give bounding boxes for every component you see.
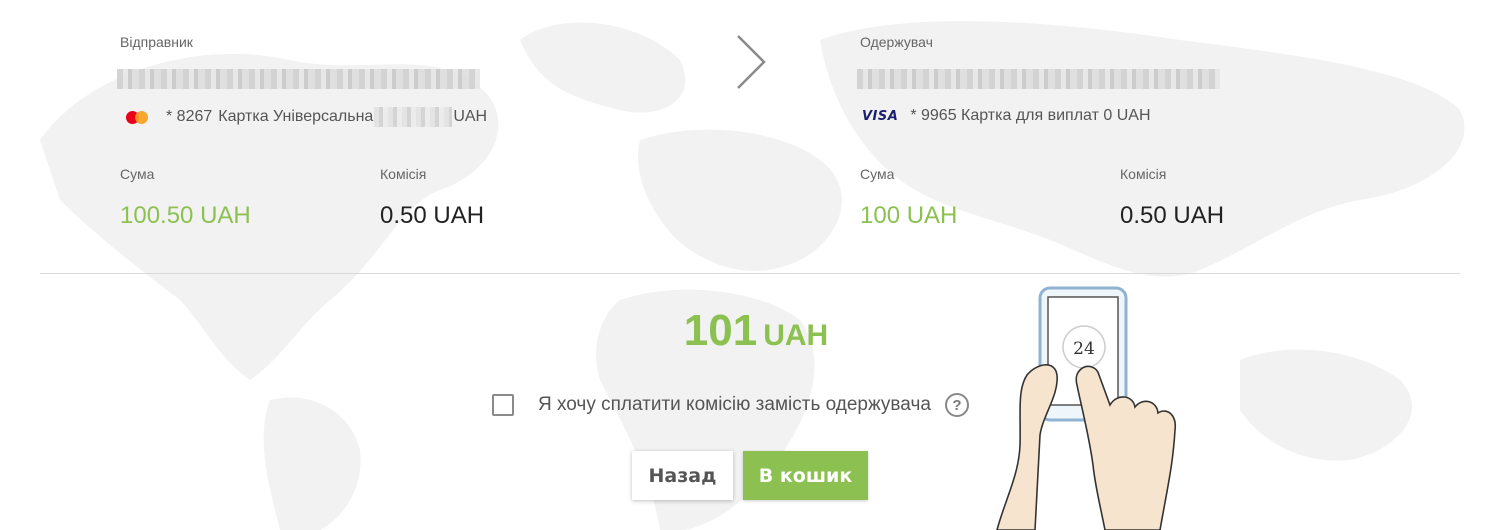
transfer-summary: Відправник * 8267 Картка Універсальна UA… — [0, 0, 1500, 530]
sender-name-redacted — [117, 69, 480, 89]
recipient-amount-label: Сума — [860, 166, 895, 182]
sender-amount-label: Сума — [120, 166, 155, 182]
recipient-name-redacted — [857, 69, 1220, 89]
sender-fee-label: Комісія — [380, 166, 427, 182]
hand-phone-illustration: 24 — [996, 286, 1177, 530]
pay-fee-checkbox[interactable] — [492, 394, 514, 416]
sender-card-currency: UAH — [453, 108, 488, 125]
pay-fee-label[interactable]: Я хочу сплатити комісію замість одержува… — [538, 394, 931, 416]
chevron-right-icon — [737, 35, 766, 89]
sender-balance-redacted — [374, 107, 453, 127]
recipient-fee: 0.50 UAH — [1120, 202, 1225, 229]
help-icon[interactable]: ? — [944, 393, 969, 417]
total-value: 101 — [683, 306, 758, 355]
sender-card-name: Картка Універсальна — [218, 108, 374, 125]
sender-amount: 100.50 UAH — [120, 202, 251, 229]
total-amount: 101 UAH — [0, 306, 1500, 356]
phone-badge-24: 24 — [1073, 339, 1095, 359]
recipient-fee-label: Комісія — [1120, 166, 1167, 182]
back-button[interactable]: Назад — [632, 451, 733, 500]
recipient-card-line: VISA * 9965 Картка для виплат 0 UAH — [862, 107, 1151, 125]
sender-fee: 0.50 UAH — [380, 202, 485, 229]
visa-icon: VISA — [862, 108, 899, 124]
pay-fee-option: Я хочу сплатити комісію замість одержува… — [492, 393, 969, 417]
sender-label: Відправник — [120, 34, 193, 50]
sender-card-line: * 8267 Картка Універсальна UAH — [122, 107, 487, 127]
section-divider — [40, 273, 1460, 274]
mastercard-icon — [122, 108, 152, 126]
recipient-amount: 100 UAH — [860, 202, 958, 229]
add-to-cart-button[interactable]: В кошик — [743, 451, 868, 500]
sender-card-number: * 8267 — [166, 108, 213, 125]
recipient-label: Одержувач — [860, 34, 933, 50]
total-currency: UAH — [763, 319, 829, 352]
recipient-card-text: * 9965 Картка для виплат 0 UAH — [910, 107, 1151, 124]
